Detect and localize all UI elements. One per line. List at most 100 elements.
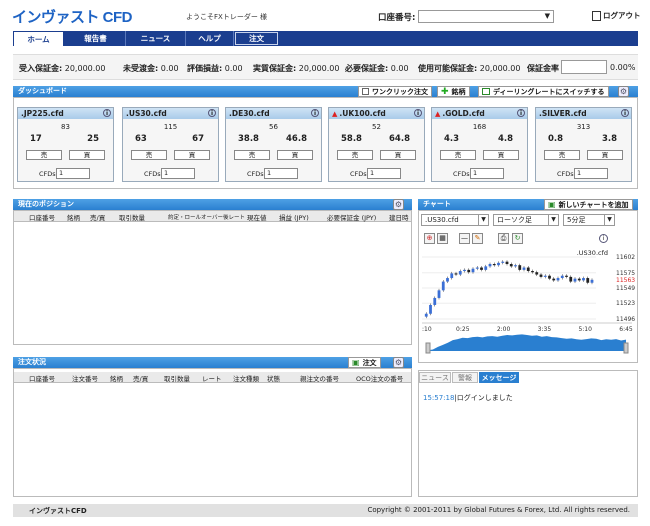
info-icon[interactable]: i: [414, 109, 422, 117]
tile-bid: 58.8: [341, 134, 362, 144]
buy-button[interactable]: 買: [277, 150, 313, 160]
symbol-tile: ▲ .GOLD.cfd i 168 4.3 4.8 売買 CFDs 1: [431, 107, 528, 182]
candle-body: [454, 273, 458, 275]
one-click-toggle[interactable]: ワンクリック注文: [358, 86, 432, 97]
switch-rate-button[interactable]: ディーリングレートにスイッチする: [478, 86, 609, 97]
candle-body: [450, 273, 454, 279]
cfds-input[interactable]: 1: [574, 168, 608, 179]
main-nav: ホーム 報告書 ニュース ヘルプ 注文: [13, 31, 638, 46]
candle-body: [492, 264, 496, 266]
add-chart-button[interactable]: ▣ 新しいチャートを追加: [544, 199, 633, 210]
x-tick-label: :10: [422, 326, 432, 333]
cfds-input[interactable]: 1: [470, 168, 504, 179]
sell-button[interactable]: 売: [337, 150, 373, 160]
col-required-margin: 必要保証金 (JPY): [327, 214, 377, 222]
message-time: 15:57:18: [423, 394, 455, 402]
draw-tool-icon[interactable]: ✎: [472, 233, 483, 244]
refresh-icon[interactable]: ↻: [512, 233, 523, 244]
info-icon[interactable]: i: [517, 109, 525, 117]
chart-add-icon: ▣: [548, 200, 556, 209]
summary-margin-rate-value: 0.00%: [610, 63, 636, 72]
cfds-input[interactable]: 1: [161, 168, 195, 179]
candle-body: [522, 267, 526, 270]
buy-button[interactable]: 買: [483, 150, 519, 160]
chevron-down-icon: ▼: [544, 12, 550, 20]
col-quantity: 取引数量: [119, 214, 145, 222]
chart-symbol-value: .US30.cfd: [425, 216, 459, 224]
cfds-input[interactable]: 1: [367, 168, 401, 179]
tab-news-feed[interactable]: ニュース: [419, 372, 451, 383]
info-icon[interactable]: i: [103, 109, 111, 117]
tab-alerts[interactable]: 警報: [452, 372, 478, 383]
add-symbol-button[interactable]: ✚ 銘柄: [437, 86, 470, 97]
tile-symbol: .JP225.cfd: [21, 109, 64, 118]
tile-bid: 0.8: [548, 134, 564, 144]
orders-header: 口座番号 注文番号 銘柄 売/買 取引数量 レート 注文種類 状態 親注文の番号…: [14, 372, 411, 383]
candle-body: [582, 278, 585, 281]
line-tool-icon[interactable]: —: [459, 233, 470, 244]
candle-body: [514, 265, 517, 267]
account-label: 口座番号:: [378, 13, 416, 23]
col-account: 口座番号: [29, 214, 55, 222]
cfds-input[interactable]: 1: [264, 168, 298, 179]
logout-button[interactable]: ログアウト: [592, 10, 641, 21]
info-icon[interactable]: i: [208, 109, 216, 117]
tab-reports[interactable]: 報告書: [66, 31, 126, 46]
price-chart[interactable]: 11602 11575 11549 11523 11496 11563 .US30.cfd:…: [420, 247, 636, 361]
candle-body: [556, 278, 560, 281]
tile-bid: 38.8: [238, 134, 259, 144]
tab-news[interactable]: ニュース: [126, 31, 186, 46]
account-select[interactable]: ▼: [418, 10, 554, 23]
positions-settings-icon[interactable]: ⚙: [393, 199, 404, 210]
candle-body: [484, 266, 488, 270]
chart-symbol-select[interactable]: .US30.cfd ▼: [421, 214, 489, 226]
sell-button[interactable]: 売: [544, 150, 580, 160]
candle-body: [424, 313, 428, 317]
cfds-input[interactable]: 1: [56, 168, 90, 179]
footer: インヴァストCFD Copyright © 2001-2011 by Globa…: [13, 504, 638, 517]
candle-body: [569, 276, 573, 282]
print-icon[interactable]: ⎙: [498, 233, 509, 244]
x-tick-label: 2:00: [497, 326, 511, 333]
grid-icon[interactable]: ▦: [437, 233, 448, 244]
info-icon[interactable]: i: [621, 109, 629, 117]
tile-symbol: .US30.cfd: [126, 109, 167, 118]
chart-type-select[interactable]: ローソク足 ▼: [493, 214, 559, 226]
buy-button[interactable]: 買: [587, 150, 623, 160]
summary-unsettled: 未受渡金: 0.00: [123, 64, 179, 73]
tile-spread: 52: [372, 123, 381, 131]
chart-interval-select[interactable]: 5分足 ▼: [563, 214, 615, 226]
new-order-button[interactable]: ▣ 注文: [348, 357, 381, 368]
tile-bid: 17: [30, 134, 42, 144]
y-tick-label: 11602: [616, 254, 635, 261]
dashboard-settings-icon[interactable]: ⚙: [618, 86, 629, 97]
sell-button[interactable]: 売: [131, 150, 167, 160]
chart-info-icon[interactable]: i: [599, 234, 608, 243]
col-oco-order: OCO注文の番号: [356, 375, 404, 383]
tab-home[interactable]: ホーム: [13, 31, 64, 46]
buy-button[interactable]: 買: [174, 150, 210, 160]
crosshair-icon[interactable]: ⊕: [424, 233, 435, 244]
tab-messages[interactable]: メッセージ: [479, 372, 519, 383]
add-chart-label: 新しいチャートを追加: [558, 200, 629, 209]
summary-effective-margin: 実質保証金: 20,000.00: [253, 64, 340, 73]
candle-body: [433, 297, 437, 305]
orders-settings-icon[interactable]: ⚙: [393, 357, 404, 368]
x-tick-label: 5:10: [578, 326, 592, 333]
sell-button[interactable]: 売: [440, 150, 476, 160]
margin-rate-input[interactable]: [561, 60, 607, 74]
tab-help[interactable]: ヘルプ: [186, 31, 234, 46]
positions-header: 口座番号 銘柄 売/買 取引数量 約定・ロールオーバー後レート 現在値 損益 (…: [14, 211, 411, 222]
col-pl: 損益 (JPY): [279, 214, 309, 222]
navigator-handle-right: [623, 342, 629, 354]
buy-button[interactable]: 買: [69, 150, 105, 160]
order-tab-button[interactable]: 注文: [235, 32, 278, 45]
sell-button[interactable]: 売: [234, 150, 270, 160]
candle-body: [586, 278, 590, 283]
summary-usable-margin: 使用可能保証金: 20,000.00: [418, 64, 521, 73]
symbol-tile: .SILVER.cfd i 313 0.8 3.8 売買 CFDs 1: [535, 107, 632, 182]
buy-button[interactable]: 買: [380, 150, 416, 160]
sell-button[interactable]: 売: [26, 150, 62, 160]
orders-panel: [13, 368, 412, 497]
info-icon[interactable]: i: [311, 109, 319, 117]
